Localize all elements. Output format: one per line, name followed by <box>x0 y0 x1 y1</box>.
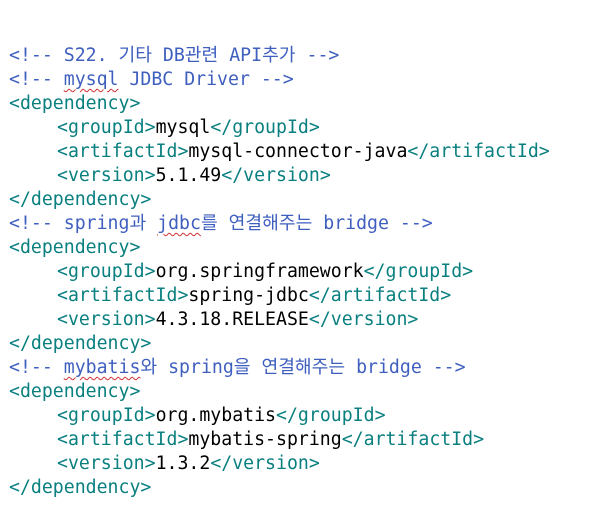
xml-tag: <dependency> <box>9 93 141 114</box>
xml-element-line: <groupId>org.springframework</groupId> <box>9 260 603 284</box>
xml-element-line: <groupId>mysql</groupId> <box>9 116 603 140</box>
xml-value: spring-jdbc <box>188 285 309 306</box>
xml-close-tag: </artifactId> <box>407 141 550 162</box>
xml-tag: </dependency> <box>9 333 152 354</box>
code-comment-line: <!-- mysql JDBC Driver --> <box>9 68 603 92</box>
code-comment-line: <!-- S22. 기타 DB관련 API추가 --> <box>9 44 603 68</box>
code-comment-line: <!-- spring과 jdbc를 연결해주는 bridge --> <box>9 212 603 236</box>
xml-tag-line: <dependency> <box>9 380 603 404</box>
comment-text: 와 spring을 연결해주는 bridge --> <box>140 357 466 378</box>
xml-element-line: <artifactId>mysql-connector-java</artifa… <box>9 140 603 164</box>
xml-close-tag: </groupId> <box>210 117 320 138</box>
xml-open-tag: <artifactId> <box>57 429 189 450</box>
xml-tag-line: </dependency> <box>9 188 603 212</box>
comment-text: <!-- spring과 <box>9 213 158 234</box>
xml-element-line: <version>1.3.2</version> <box>9 452 603 476</box>
xml-element-line: <version>5.1.49</version> <box>9 164 603 188</box>
xml-value: 4.3.18.RELEASE <box>155 309 309 330</box>
xml-tag-line: </dependency> <box>9 332 603 356</box>
xml-tag: </dependency> <box>9 189 152 210</box>
spellcheck-flagged-word: mysql <box>63 69 119 90</box>
xml-open-tag: <groupId> <box>57 405 156 426</box>
xml-code-editor[interactable]: <!-- S22. 기타 DB관련 API추가 --> <!-- mysql JD… <box>0 0 603 498</box>
xml-open-tag: <artifactId> <box>57 285 189 306</box>
xml-value: mysql <box>155 117 211 138</box>
xml-open-tag: <artifactId> <box>57 141 189 162</box>
xml-open-tag: <version> <box>57 165 156 186</box>
xml-value: 5.1.49 <box>155 165 222 186</box>
comment-text: <!-- <box>9 357 64 378</box>
xml-element-line: <artifactId>mybatis-spring</artifactId> <box>9 428 603 452</box>
xml-element-line: <artifactId>spring-jdbc</artifactId> <box>9 284 603 308</box>
xml-tag-line: </dependency> <box>9 476 603 500</box>
xml-open-tag: <groupId> <box>57 117 156 138</box>
xml-element-line: <version>4.3.18.RELEASE</version> <box>9 308 603 332</box>
spellcheck-flagged-word: mybatis <box>63 357 141 378</box>
xml-open-tag: <groupId> <box>57 261 156 282</box>
xml-open-tag: <version> <box>57 453 156 474</box>
spellcheck-flagged-word: jdbc <box>157 213 201 234</box>
xml-element-line: <groupId>org.mybatis</groupId> <box>9 404 603 428</box>
comment-text: 를 연결해주는 bridge --> <box>200 213 433 234</box>
xml-value: 1.3.2 <box>155 453 211 474</box>
xml-close-tag: </groupId> <box>363 261 474 282</box>
xml-close-tag: </artifactId> <box>341 429 485 450</box>
comment-text: <!-- S22. 기타 DB관련 API추가 --> <box>9 45 340 66</box>
xml-tag: </dependency> <box>9 477 152 498</box>
comment-text: JDBC Driver --> <box>118 69 294 90</box>
code-comment-line: <!-- mybatis와 spring을 연결해주는 bridge --> <box>9 356 603 380</box>
comment-text: <!-- <box>9 69 64 90</box>
xml-value: mybatis-spring <box>188 429 342 450</box>
xml-close-tag: </version> <box>210 453 320 474</box>
xml-tag: <dependency> <box>9 381 141 402</box>
xml-open-tag: <version> <box>57 309 156 330</box>
xml-value: org.springframework <box>155 261 364 282</box>
xml-tag: <dependency> <box>9 237 141 258</box>
xml-close-tag: </version> <box>308 309 419 330</box>
xml-close-tag: </version> <box>221 165 331 186</box>
xml-close-tag: </groupId> <box>276 405 386 426</box>
code-lines: <!-- S22. 기타 DB관련 API추가 --> <!-- mysql JD… <box>9 44 603 500</box>
xml-tag-line: <dependency> <box>9 236 603 260</box>
xml-value: org.mybatis <box>155 405 277 426</box>
xml-tag-line: <dependency> <box>9 92 603 116</box>
xml-close-tag: </artifactId> <box>308 285 452 306</box>
xml-value: mysql-connector-java <box>188 141 408 162</box>
